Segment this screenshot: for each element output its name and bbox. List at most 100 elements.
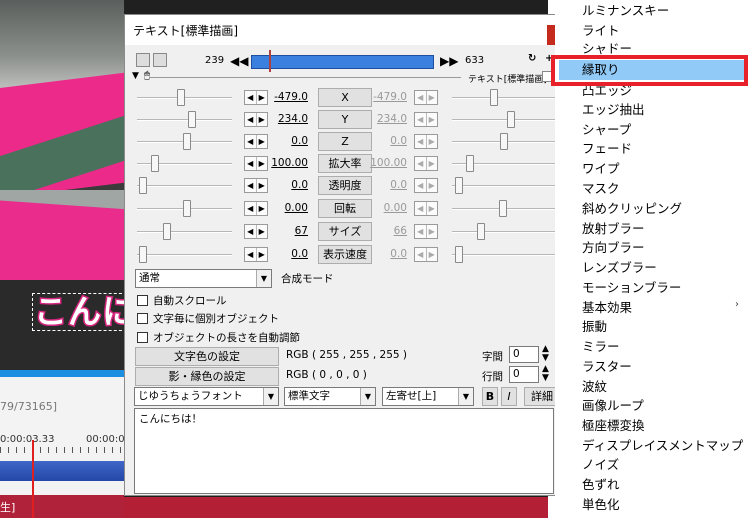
menu-item-wipe[interactable]: ワイプ — [555, 159, 750, 179]
menu-item-raster[interactable]: ラスター — [555, 357, 750, 377]
value-left[interactable]: -479.0 — [266, 91, 308, 103]
slider-knob-left[interactable] — [177, 89, 185, 106]
value-right[interactable]: 66 — [365, 225, 407, 237]
step-arrows-right[interactable]: ◀ ▶ — [414, 156, 438, 171]
timeline-layer-object[interactable] — [0, 461, 124, 481]
menu-item-mask[interactable]: マスク — [555, 179, 750, 199]
slider-knob-left[interactable] — [139, 177, 147, 194]
slider-knob-right[interactable] — [455, 246, 463, 263]
step-arrows-right[interactable]: ◀ ▶ — [414, 134, 438, 149]
menu-item-radial-blur[interactable]: 放射ブラー — [555, 219, 750, 239]
param-button-y[interactable]: Y — [318, 110, 372, 129]
step-arrows-left[interactable]: ◀ ▶ — [244, 134, 268, 149]
step-arrows-left[interactable]: ◀ ▶ — [244, 178, 268, 193]
slider-knob-right[interactable] — [490, 89, 498, 106]
camera-icon[interactable] — [136, 53, 150, 67]
param-button-x[interactable]: X — [318, 88, 372, 107]
line-spacing-input[interactable]: 0 — [509, 366, 539, 383]
preview-selection-box[interactable] — [32, 293, 124, 331]
menu-item-sharp[interactable]: シャープ — [555, 120, 750, 140]
menu-item-basic-effects[interactable]: 基本効果 — [555, 298, 750, 318]
param-button-speed[interactable]: 表示速度 — [318, 245, 372, 264]
param-button-scale[interactable]: 拡大率 — [318, 154, 372, 173]
value-right[interactable]: 0.00 — [365, 202, 407, 214]
menu-item-noise[interactable]: ノイズ — [555, 455, 750, 475]
menu-item-border[interactable]: 縁取り — [559, 60, 745, 80]
value-left[interactable]: 0.0 — [266, 179, 308, 191]
value-left[interactable]: 67 — [266, 225, 308, 237]
text-color-button[interactable]: 文字色の設定 — [135, 347, 279, 366]
step-arrows-right[interactable]: ◀ ▶ — [414, 178, 438, 193]
value-right[interactable]: 0.0 — [365, 248, 407, 260]
slider-knob-right[interactable] — [477, 223, 485, 240]
menu-item-luminance-key[interactable]: ルミナンスキー — [555, 1, 750, 21]
step-arrows-right[interactable]: ◀ ▶ — [414, 201, 438, 216]
menu-item-edge-extract[interactable]: エッジ抽出 — [555, 100, 750, 120]
preview-scrollbar[interactable] — [0, 370, 124, 377]
slider-knob-left[interactable] — [163, 223, 171, 240]
param-button-size[interactable]: サイズ — [318, 222, 372, 241]
menu-item-lens-blur[interactable]: レンズブラー — [555, 258, 750, 278]
slider-knob-left[interactable] — [183, 133, 191, 150]
step-arrows-right[interactable]: ◀ ▶ — [414, 247, 438, 262]
slider-knob-left[interactable] — [188, 111, 196, 128]
object-checkbox[interactable] — [542, 71, 553, 82]
auto-length-checkbox[interactable]: オブジェクトの長さを自動調節 — [137, 330, 300, 345]
char-spacing-input[interactable]: 0 — [509, 346, 539, 363]
menu-item-color-shift[interactable]: 色ずれ — [555, 475, 750, 495]
bold-button[interactable]: B — [482, 387, 498, 406]
checkbox-box[interactable] — [137, 295, 148, 306]
value-right[interactable]: -479.0 — [365, 91, 407, 103]
step-arrows-left[interactable]: ◀ ▶ — [244, 112, 268, 127]
value-left[interactable]: 0.0 — [266, 248, 308, 260]
value-left[interactable]: 0.00 — [266, 202, 308, 214]
step-arrows-right[interactable]: ◀ ▶ — [414, 224, 438, 239]
slider-knob-left[interactable] — [151, 155, 159, 172]
param-button-z[interactable]: Z — [318, 132, 372, 151]
value-left[interactable]: 0.0 — [266, 135, 308, 147]
blend-mode-select[interactable]: 通常 ▼ — [135, 269, 272, 288]
menu-item-direction-blur[interactable]: 方向ブラー — [555, 238, 750, 258]
step-arrows-left[interactable]: ◀ ▶ — [244, 201, 268, 216]
char-spacing-spinner[interactable]: ▲ ▼ — [542, 345, 549, 363]
menu-item-diagonal-clip[interactable]: 斜めクリッピング — [555, 199, 750, 219]
timeline-layer-bottom[interactable] — [0, 495, 124, 518]
slider-knob-right[interactable] — [466, 155, 474, 172]
slider-knob-left[interactable] — [183, 200, 191, 217]
timeline-cursor[interactable] — [32, 440, 34, 518]
menu-item-monochrome[interactable]: 単色化 — [555, 495, 750, 515]
layer-icon[interactable] — [153, 53, 167, 67]
menu-item-polar-transform[interactable]: 極座標変換 — [555, 416, 750, 436]
shadow-color-button[interactable]: 影・縁色の設定 — [135, 367, 279, 386]
slider-knob-right[interactable] — [455, 177, 463, 194]
value-right[interactable]: 0.0 — [365, 135, 407, 147]
slider-knob-right[interactable] — [507, 111, 515, 128]
add-icon[interactable]: + — [545, 53, 553, 64]
value-left[interactable]: 234.0 — [266, 113, 308, 125]
font-select[interactable]: じゆうちょうフォント ▼ — [134, 387, 279, 406]
menu-item-shadow[interactable]: シャドー — [555, 39, 750, 59]
step-arrows-left[interactable]: ◀ ▶ — [244, 247, 268, 262]
forward-icon[interactable]: ▶▶ — [440, 54, 458, 68]
italic-button[interactable]: I — [501, 387, 517, 406]
checkbox-box[interactable] — [137, 313, 148, 324]
slider-knob-right[interactable] — [500, 133, 508, 150]
rewind-icon[interactable]: ◀◀ — [230, 54, 248, 68]
mouse-icon[interactable]: 🖱 — [144, 70, 150, 81]
timeline-ruler[interactable] — [0, 447, 124, 453]
step-arrows-left[interactable]: ◀ ▶ — [244, 156, 268, 171]
value-right[interactable]: 234.0 — [365, 113, 407, 125]
step-arrows-right[interactable]: ◀ ▶ — [414, 90, 438, 105]
text-content-input[interactable]: こんにちは！ — [134, 408, 554, 494]
step-arrows-right[interactable]: ◀ ▶ — [414, 112, 438, 127]
checkbox-box[interactable] — [137, 332, 148, 343]
menu-item-motion-blur[interactable]: モーションブラー — [555, 278, 750, 298]
menu-item-ripple[interactable]: 波紋 — [555, 377, 750, 397]
per-char-object-checkbox[interactable]: 文字毎に個別オブジェクト — [137, 311, 279, 326]
frame-slider-marker[interactable] — [269, 50, 271, 72]
menu-item-fade[interactable]: フェード — [555, 139, 750, 159]
menu-item-image-loop[interactable]: 画像ループ — [555, 396, 750, 416]
value-right[interactable]: 0.0 — [365, 179, 407, 191]
auto-scroll-checkbox[interactable]: 自動スクロール — [137, 293, 227, 308]
step-arrows-left[interactable]: ◀ ▶ — [244, 224, 268, 239]
